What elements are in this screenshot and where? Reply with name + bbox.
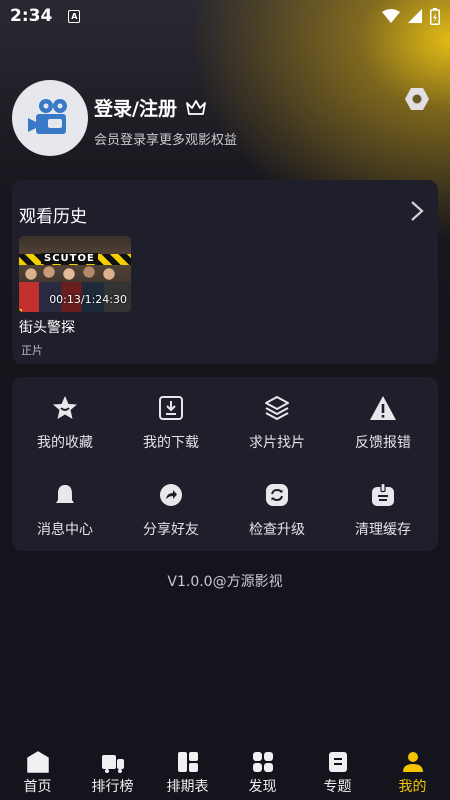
star-icon — [51, 394, 79, 422]
download-icon — [157, 394, 185, 422]
history-more-button[interactable] — [410, 200, 424, 226]
avatar[interactable] — [12, 80, 88, 156]
history-progress-time: 00:13/1:24:30 — [49, 293, 127, 306]
menu-update[interactable]: 检查升级 — [224, 481, 330, 551]
menu-request-label: 求片找片 — [249, 435, 305, 451]
settings-button[interactable] — [404, 86, 430, 116]
watch-history-title: 观看历史 — [19, 207, 87, 227]
menu-favorites[interactable]: 我的收藏 — [12, 394, 118, 464]
wifi-icon — [382, 9, 400, 23]
bottom-tab-bar: 首页 排行榜 排期表 发现 专题 我的 — [0, 745, 450, 800]
menu-request[interactable]: 求片找片 — [224, 394, 330, 464]
login-register-label: 登录/注册 — [94, 98, 177, 120]
broom-icon — [369, 481, 397, 509]
menu-update-label: 检查升级 — [249, 522, 305, 538]
menu-downloads-label: 我的下载 — [143, 435, 199, 451]
warning-icon — [369, 394, 397, 422]
menu-share[interactable]: 分享好友 — [118, 481, 224, 551]
topic-icon — [326, 750, 350, 774]
member-subtitle: 会员登录享更多观影权益 — [94, 133, 238, 148]
tab-topic[interactable]: 专题 — [300, 745, 375, 800]
discover-icon — [251, 750, 275, 774]
battery-icon — [430, 7, 440, 25]
tab-home-label: 首页 — [23, 779, 52, 795]
menu-clear-cache-label: 清理缓存 — [355, 522, 411, 538]
menu-favorites-label: 我的收藏 — [37, 435, 93, 451]
history-item-poster[interactable]: SCUTOE 00:13/1:24:30 — [19, 236, 131, 312]
share-icon — [157, 481, 185, 509]
tab-schedule[interactable]: 排期表 — [150, 745, 225, 800]
menu-clear-cache[interactable]: 清理缓存 — [330, 481, 436, 551]
feature-menu: 我的收藏 我的下载 求片找片 反馈报错 消息中心 分享好友 检查升级 清理缓存 — [12, 377, 438, 551]
menu-share-label: 分享好友 — [143, 522, 199, 538]
history-item-title[interactable]: 街头警探 — [19, 317, 75, 337]
status-time: 2:34 — [10, 6, 53, 26]
signal-icon — [408, 9, 422, 23]
watch-history-card: 观看历史 SCUTOE 00:13/1:24:30 街头警探 正片 — [12, 180, 438, 364]
bell-icon — [51, 481, 79, 509]
tab-topic-label: 专题 — [323, 779, 352, 795]
gear-icon — [405, 88, 429, 110]
notification-icon: A — [68, 9, 81, 23]
history-item-type: 正片 — [21, 344, 43, 357]
menu-feedback-label: 反馈报错 — [355, 435, 411, 451]
app-version: V1.0.0@方源影视 — [167, 574, 283, 590]
user-icon — [401, 750, 425, 774]
ranking-icon — [101, 750, 125, 774]
tab-schedule-label: 排期表 — [166, 779, 209, 795]
profile-header: 登录/注册 会员登录享更多观影权益 — [12, 80, 438, 156]
history-progress-bar — [19, 309, 22, 312]
tab-mine[interactable]: 我的 — [375, 745, 450, 800]
tab-ranking-label: 排行榜 — [91, 779, 134, 795]
projector-avatar-icon — [28, 99, 67, 134]
menu-messages[interactable]: 消息中心 — [12, 481, 118, 551]
tab-discover-label: 发现 — [248, 779, 277, 795]
poster-title-text: SCUTOE — [41, 253, 98, 264]
tab-mine-label: 我的 — [398, 779, 427, 795]
menu-downloads[interactable]: 我的下载 — [118, 394, 224, 464]
schedule-icon — [176, 750, 200, 774]
menu-messages-label: 消息中心 — [37, 522, 93, 538]
status-icons — [382, 7, 440, 25]
login-register-link[interactable]: 登录/注册 — [94, 94, 207, 121]
tab-home[interactable]: 首页 — [0, 745, 75, 800]
home-icon — [26, 750, 50, 774]
chevron-right-icon — [411, 201, 424, 221]
layers-icon — [263, 394, 291, 422]
crown-icon — [186, 99, 206, 115]
tab-ranking[interactable]: 排行榜 — [75, 745, 150, 800]
menu-feedback[interactable]: 反馈报错 — [330, 394, 436, 464]
refresh-icon — [263, 481, 291, 509]
tab-discover[interactable]: 发现 — [225, 745, 300, 800]
status-bar: 2:34 A — [0, 0, 450, 32]
